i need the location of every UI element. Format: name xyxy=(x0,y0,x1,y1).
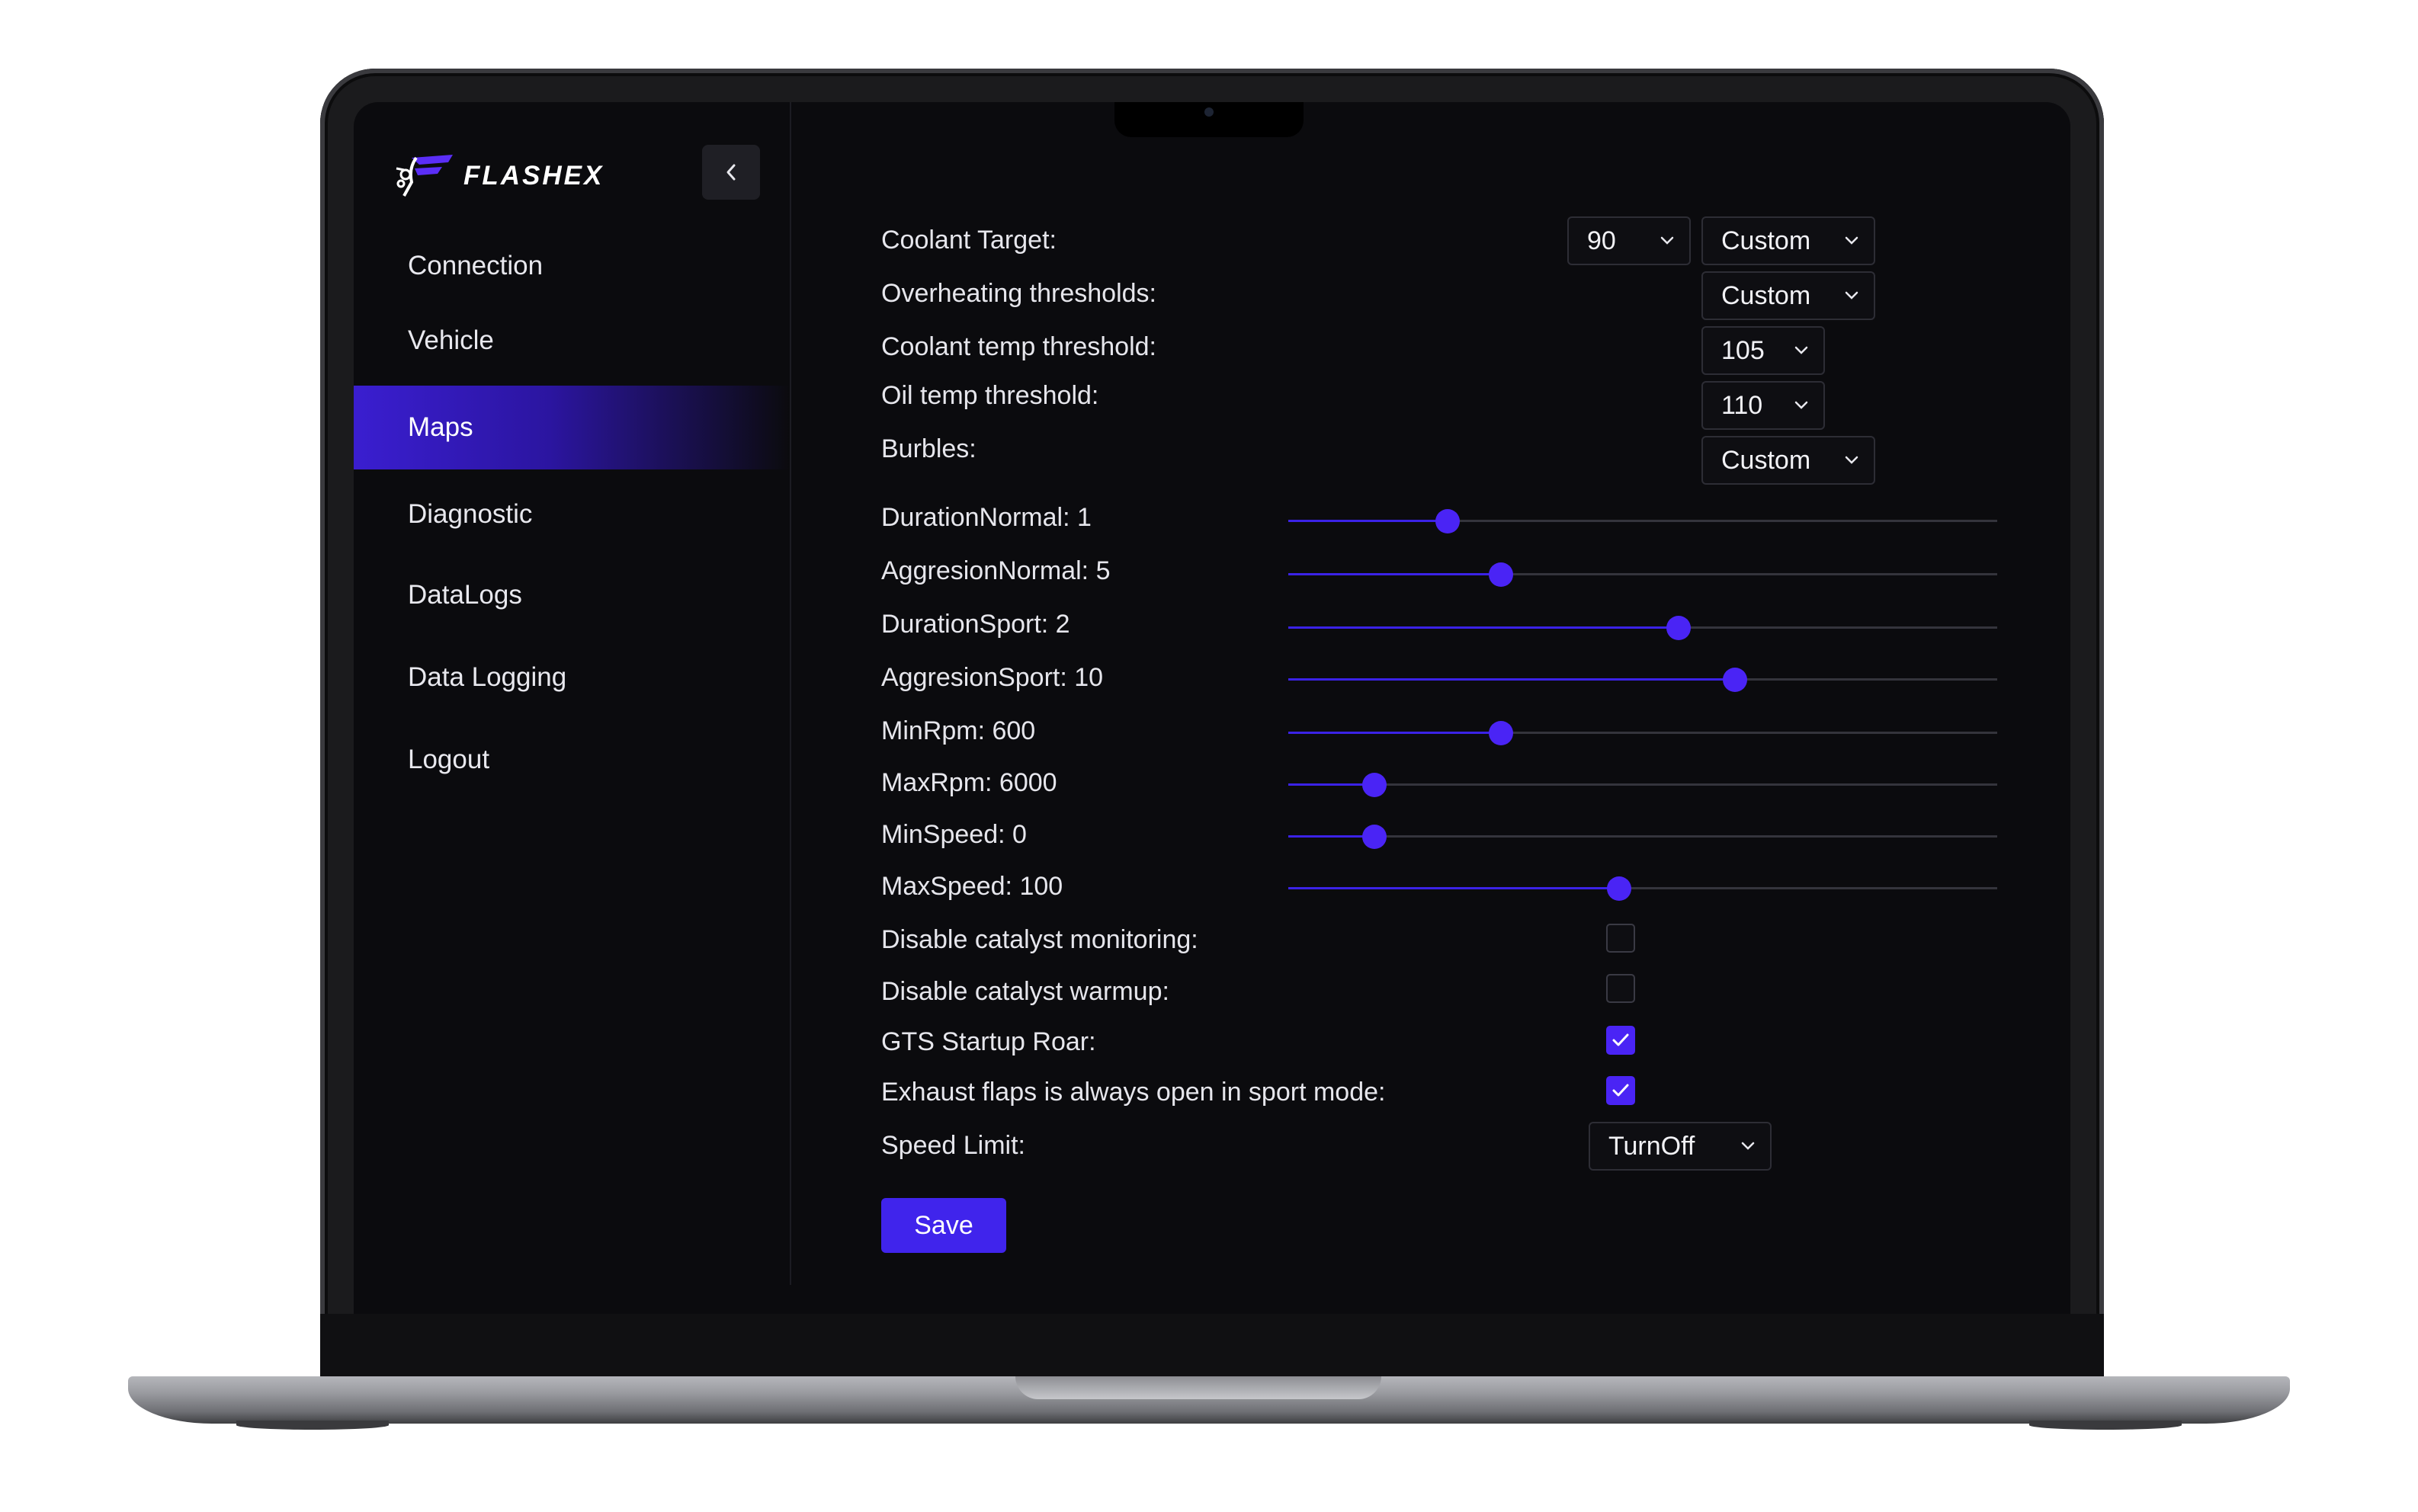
exhaust-flaps-checkbox[interactable] xyxy=(1606,1076,1635,1105)
slider-thumb[interactable] xyxy=(1362,772,1387,797)
duration-normal-slider[interactable] xyxy=(1288,508,1997,533)
flashex-logo-icon xyxy=(396,155,453,197)
min-rpm-slider[interactable] xyxy=(1288,720,1997,745)
chevron-down-icon xyxy=(1794,346,1808,354)
min-speed-slider[interactable] xyxy=(1288,824,1997,849)
coolant-target-mode-select[interactable]: Custom xyxy=(1701,216,1875,265)
chevron-down-icon xyxy=(1794,401,1808,409)
disable-catalyst-warmup-checkbox[interactable] xyxy=(1606,974,1635,1003)
speed-limit-label: Speed Limit: xyxy=(881,1131,1025,1160)
max-rpm-label: MaxRpm: 6000 xyxy=(881,768,1057,797)
camera-icon xyxy=(1204,107,1214,117)
overheating-thresholds-label: Overheating thresholds: xyxy=(881,279,1156,308)
brand-logo: FLASHEX xyxy=(395,149,604,203)
slider-thumb[interactable] xyxy=(1435,508,1461,533)
burbles-label: Burbles: xyxy=(881,434,976,463)
duration-sport-label: DurationSport: 2 xyxy=(881,610,1070,639)
checkmark-icon xyxy=(1612,1084,1629,1097)
chevron-down-icon xyxy=(1660,236,1674,245)
duration-sport-slider[interactable] xyxy=(1288,615,1997,640)
sidebar-item-diagnostic[interactable]: Diagnostic xyxy=(354,472,790,556)
laptop-foot-left xyxy=(236,1421,389,1430)
checkmark-icon xyxy=(1612,1033,1629,1046)
slider-thumb[interactable] xyxy=(1489,562,1513,587)
coolant-temp-threshold-select[interactable]: 105 xyxy=(1701,326,1825,375)
slider-fill xyxy=(1288,732,1501,734)
oil-temp-threshold-select[interactable]: 110 xyxy=(1701,381,1825,430)
slider-thumb[interactable] xyxy=(1489,720,1513,745)
sidebar-item-data-logging[interactable]: Data Logging xyxy=(354,636,790,719)
gts-startup-roar-label: GTS Startup Roar: xyxy=(881,1027,1096,1056)
sidebar-item-vehicle[interactable]: Vehicle xyxy=(354,299,790,383)
slider-fill xyxy=(1288,573,1501,575)
chevron-down-icon xyxy=(1845,291,1858,300)
duration-normal-label: DurationNormal: 1 xyxy=(881,503,1092,532)
min-rpm-label: MinRpm: 600 xyxy=(881,716,1036,745)
slider-thumb[interactable] xyxy=(1362,824,1387,849)
coolant-target-label: Coolant Target: xyxy=(881,226,1057,255)
disable-catalyst-warmup-label: Disable catalyst warmup: xyxy=(881,977,1169,1006)
max-rpm-slider[interactable] xyxy=(1288,772,1997,797)
speed-limit-select[interactable]: TurnOff xyxy=(1589,1122,1772,1171)
chevron-down-icon xyxy=(1741,1142,1755,1150)
sidebar-item-datalogs[interactable]: DataLogs xyxy=(354,553,790,637)
aggresion-normal-slider[interactable] xyxy=(1288,562,1997,587)
exhaust-flaps-label: Exhaust flaps is always open in sport mo… xyxy=(881,1078,1386,1107)
sidebar-item-connection[interactable]: Connection xyxy=(354,224,790,308)
oil-temp-threshold-label: Oil temp threshold: xyxy=(881,381,1099,410)
aggresion-normal-label: AggresionNormal: 5 xyxy=(881,556,1111,585)
chevron-down-icon xyxy=(1845,236,1858,245)
aggresion-sport-slider[interactable] xyxy=(1288,667,1997,692)
laptop-base-notch xyxy=(1015,1376,1381,1399)
aggresion-sport-label: AggresionSport: 10 xyxy=(881,663,1104,692)
save-button[interactable]: Save xyxy=(881,1198,1006,1253)
sidebar-item-logout[interactable]: Logout xyxy=(354,718,790,802)
slider-fill xyxy=(1288,783,1375,786)
min-speed-label: MinSpeed: 0 xyxy=(881,820,1027,849)
slider-thumb[interactable] xyxy=(1666,615,1691,640)
collapse-sidebar-button[interactable] xyxy=(702,145,760,200)
coolant-temp-threshold-label: Coolant temp threshold: xyxy=(881,332,1156,361)
slider-thumb[interactable] xyxy=(1607,876,1632,901)
slider-fill xyxy=(1288,678,1735,681)
slider-fill xyxy=(1288,887,1620,889)
slider-fill xyxy=(1288,835,1375,838)
sidebar: FLASHEX Connection Vehicle Maps Diagnost… xyxy=(354,102,791,1285)
laptop-foot-right xyxy=(2029,1421,2182,1430)
sidebar-item-maps[interactable]: Maps xyxy=(354,386,790,469)
chevron-down-icon xyxy=(1845,456,1858,464)
disable-catalyst-monitoring-label: Disable catalyst monitoring: xyxy=(881,925,1198,954)
slider-thumb[interactable] xyxy=(1722,667,1747,692)
disable-catalyst-monitoring-checkbox[interactable] xyxy=(1606,924,1635,953)
max-speed-label: MaxSpeed: 100 xyxy=(881,872,1063,901)
chevron-left-icon xyxy=(726,164,736,181)
gts-startup-roar-checkbox[interactable] xyxy=(1606,1026,1635,1055)
app-screen: FLASHEX Connection Vehicle Maps Diagnost… xyxy=(354,102,2070,1314)
max-speed-slider[interactable] xyxy=(1288,876,1997,901)
slider-fill xyxy=(1288,626,1679,629)
overheating-thresholds-select[interactable]: Custom xyxy=(1701,271,1875,320)
burbles-select[interactable]: Custom xyxy=(1701,436,1875,485)
coolant-target-select[interactable]: 90 xyxy=(1567,216,1691,265)
bottom-bezel xyxy=(320,1314,2104,1379)
slider-fill xyxy=(1288,520,1448,522)
brand-name: FLASHEX xyxy=(463,161,604,191)
